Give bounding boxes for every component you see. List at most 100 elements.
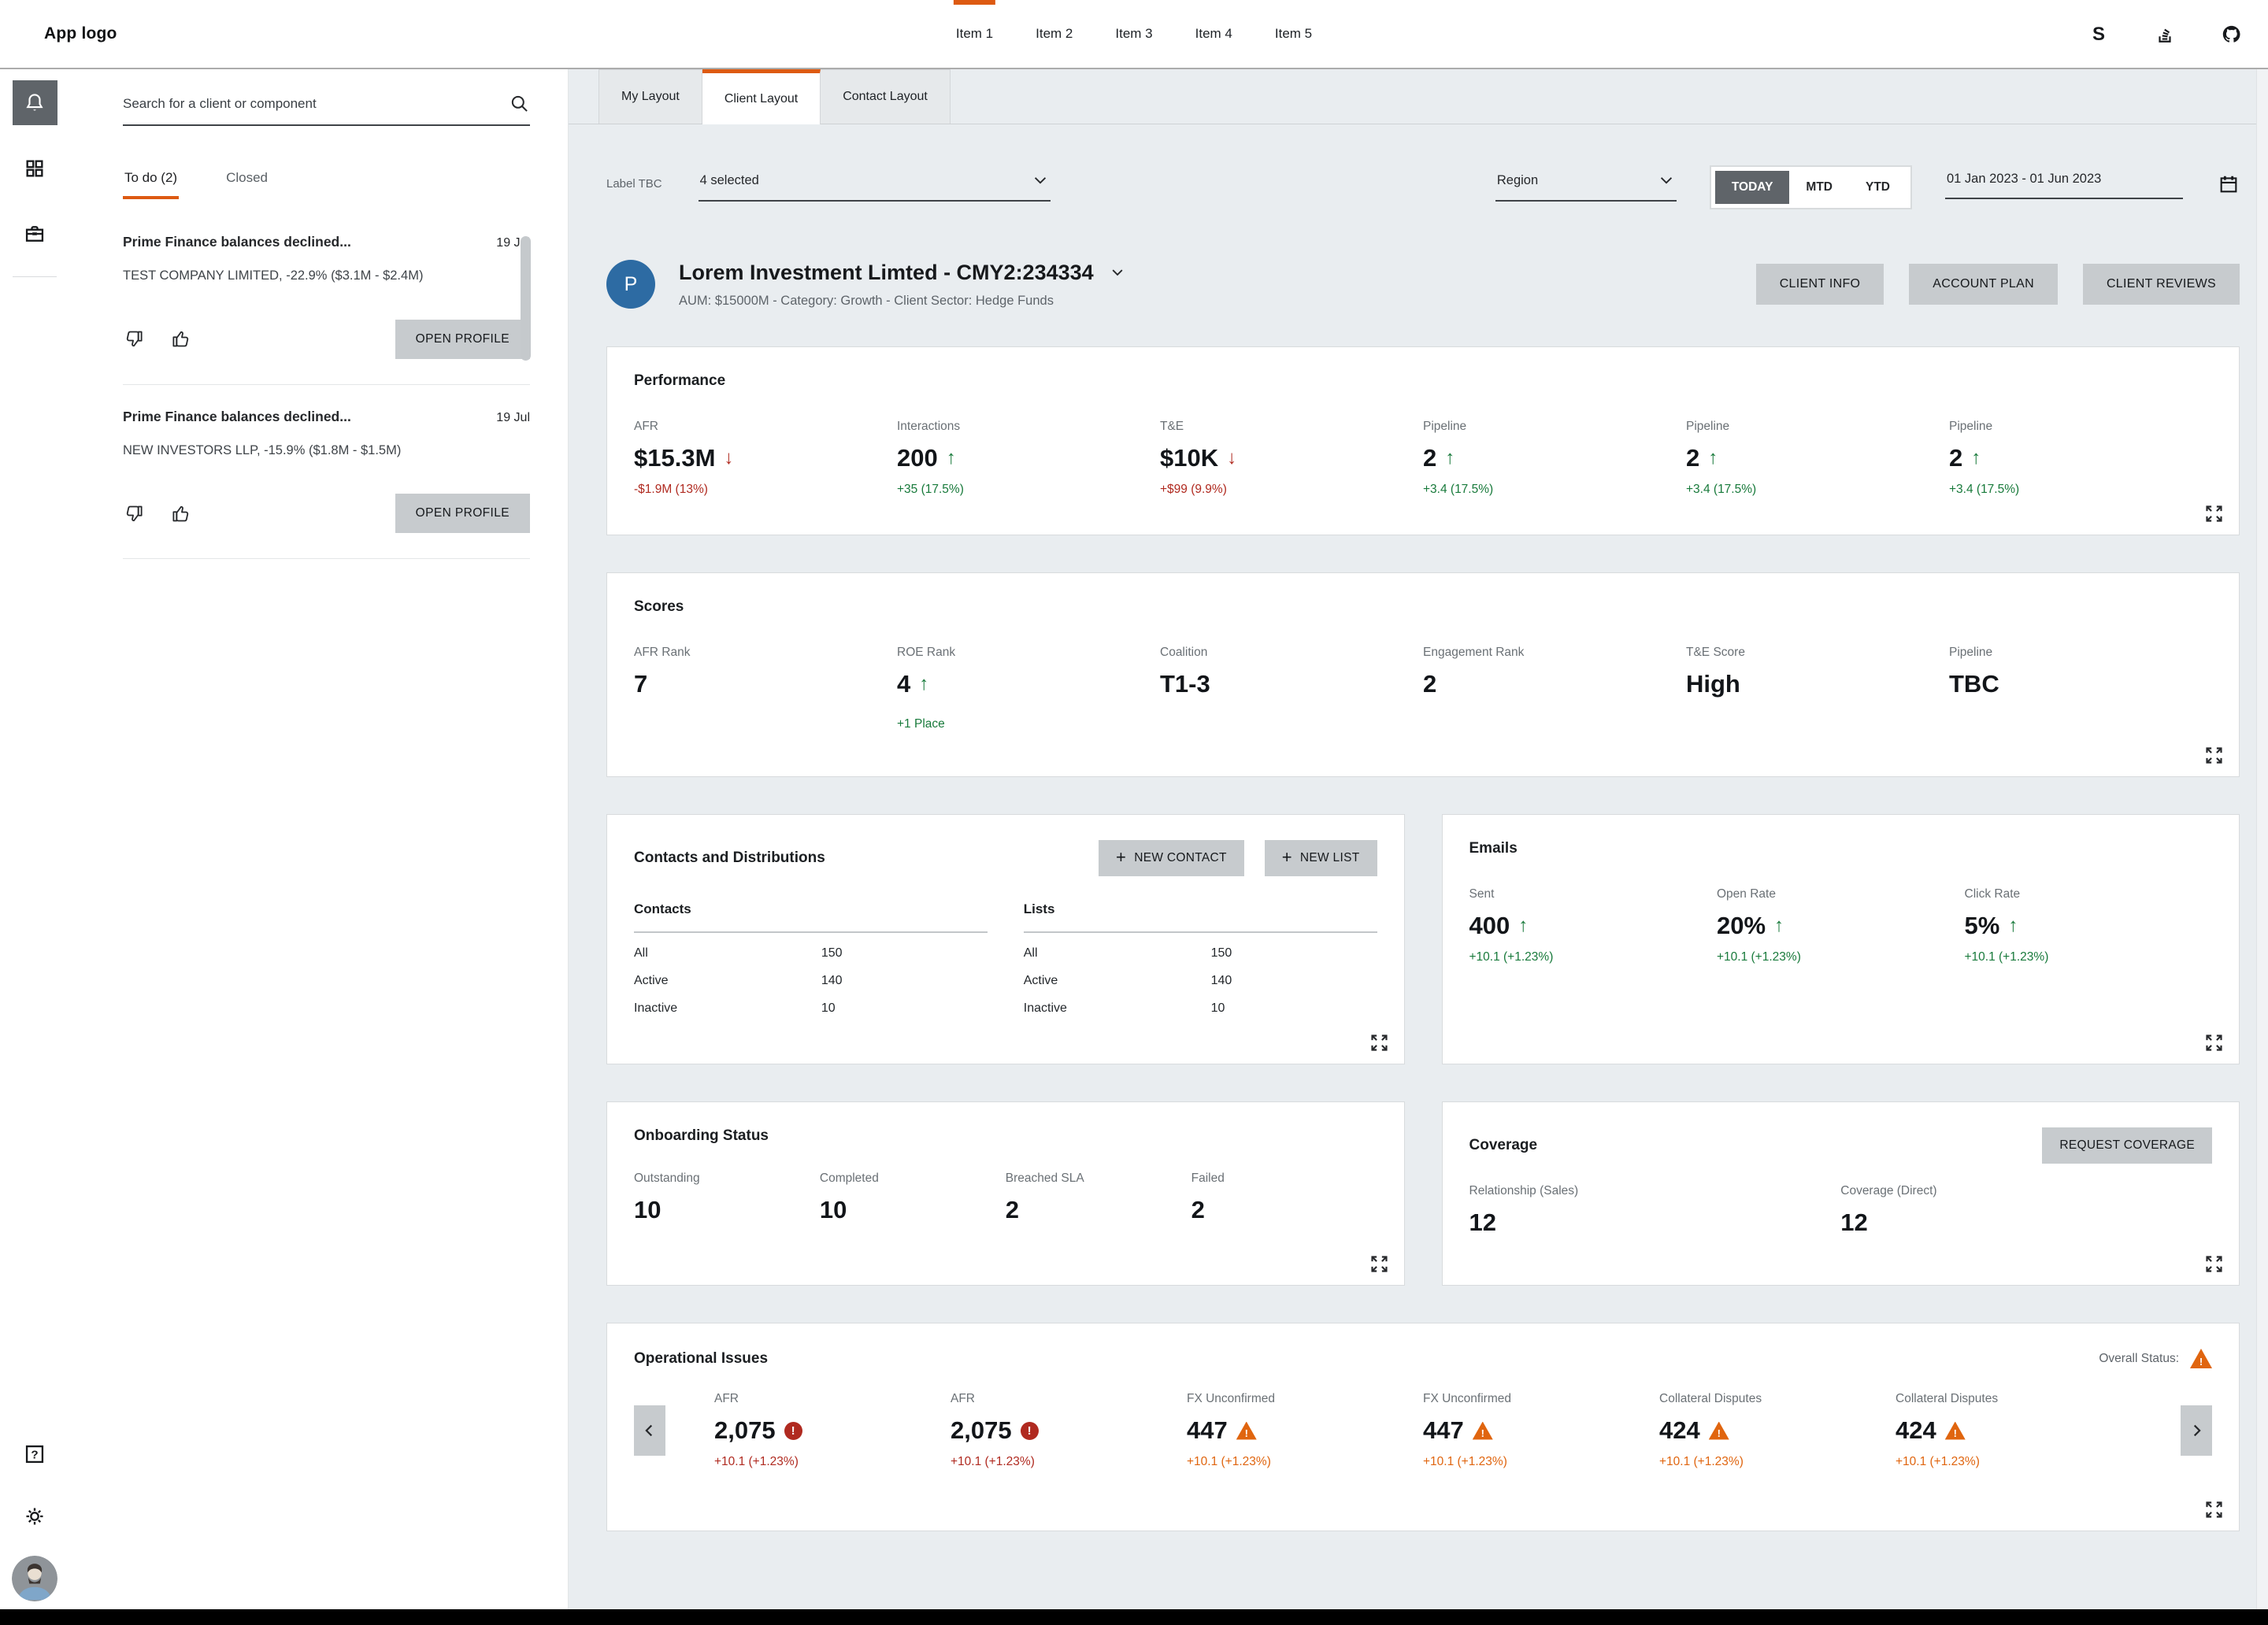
metric-delta: +10.1 (+1.23%) <box>1469 950 1718 964</box>
tab-contact-layout[interactable]: Contact Layout <box>821 69 951 124</box>
card-title: Scores <box>634 598 684 616</box>
metric-value: 2 <box>1423 444 1436 472</box>
notifications-rail-button[interactable] <box>13 80 57 125</box>
metric-label: Interactions <box>897 420 1160 434</box>
up-arrow-icon: ↑ <box>1774 915 1784 937</box>
period-segmented-control: TODAY MTD YTD <box>1710 165 1912 209</box>
row-label: Active <box>634 974 669 988</box>
metric-label: Click Rate <box>1965 887 2213 901</box>
settings-rail-button[interactable] <box>13 1494 57 1538</box>
tab-closed[interactable]: Closed <box>224 170 269 199</box>
metric-value: 424 <box>1659 1416 1700 1445</box>
client-header: P Lorem Investment Limted - CMY2:234334 … <box>606 260 2240 309</box>
client-chevron-down-icon[interactable] <box>1110 265 1125 280</box>
open-profile-button[interactable]: OPEN PROFILE <box>395 494 530 533</box>
briefcase-icon <box>24 223 46 245</box>
region-dropdown[interactable]: Region <box>1495 165 1677 202</box>
metric-value: TBC <box>1949 670 1999 698</box>
metric-value: 2 <box>1191 1196 1205 1224</box>
row-label: Active <box>1024 974 1058 988</box>
metric-value: 2,075 <box>951 1416 1012 1445</box>
main-scrollbar[interactable] <box>2256 69 2268 1609</box>
s-brand-icon[interactable]: S <box>2088 24 2109 44</box>
row-label: All <box>1024 946 1038 961</box>
expand-icon[interactable] <box>1369 1032 1390 1053</box>
metric-value: 424 <box>1896 1416 1936 1445</box>
account-plan-button[interactable]: ACCOUNT PLAN <box>1909 264 2058 305</box>
calendar-icon[interactable] <box>2218 173 2240 195</box>
metric-value: 7 <box>634 670 647 698</box>
metric-interactions: Interactions 200↑ +35 (17.5%) <box>897 420 1160 497</box>
expand-icon[interactable] <box>2203 1032 2225 1053</box>
carousel-prev-button[interactable] <box>634 1405 665 1456</box>
nav-item-2[interactable]: Item 2 <box>1036 0 1073 68</box>
chevron-down-icon <box>1658 172 1675 189</box>
expand-icon[interactable] <box>2203 1253 2225 1275</box>
metric-label: Failed <box>1191 1172 1377 1186</box>
nav-item-1[interactable]: Item 1 <box>956 0 993 68</box>
metric-value: 400 <box>1469 912 1510 940</box>
metric-label: Outstanding <box>634 1172 820 1186</box>
client-reviews-button[interactable]: CLIENT REVIEWS <box>2083 264 2240 305</box>
tab-client-layout[interactable]: Client Layout <box>702 69 821 124</box>
metric-pipeline-score: Pipeline TBC <box>1949 646 2212 731</box>
tab-todo[interactable]: To do (2) <box>123 170 179 199</box>
thumbs-up-icon[interactable] <box>171 328 192 350</box>
contacts-card: Contacts and Distributions +NEW CONTACT … <box>606 814 1405 1064</box>
metric-failed: Failed 2 <box>1191 1172 1377 1224</box>
user-avatar[interactable] <box>12 1556 57 1601</box>
nav-item-1-label: Item 1 <box>956 26 993 42</box>
metric-delta: -$1.9M (13%) <box>634 483 897 497</box>
row-value: 140 <box>1211 974 1377 988</box>
metric-label: Relationship (Sales) <box>1469 1184 1841 1198</box>
notification-card[interactable]: Prime Finance balances declined... 19 Ju… <box>123 210 530 385</box>
notification-card[interactable]: Prime Finance balances declined... 19 Ju… <box>123 385 530 560</box>
thumbs-down-icon[interactable] <box>123 328 144 350</box>
thumbs-up-icon[interactable] <box>171 503 192 524</box>
period-mtd[interactable]: MTD <box>1789 171 1849 204</box>
portfolio-rail-button[interactable] <box>13 211 57 256</box>
dashboard-rail-button[interactable] <box>13 146 57 191</box>
metric-label: Breached SLA <box>1006 1172 1191 1186</box>
nav-item-4[interactable]: Item 4 <box>1195 0 1232 68</box>
search-input[interactable] <box>123 96 509 112</box>
search-icon[interactable] <box>509 93 530 114</box>
warning-badge-icon <box>1473 1422 1493 1440</box>
notification-title: Prime Finance balances declined... <box>123 409 351 425</box>
tab-my-layout[interactable]: My Layout <box>598 69 702 124</box>
expand-icon[interactable] <box>2203 1499 2225 1520</box>
sidebar-scrollbar-thumb[interactable] <box>521 236 531 361</box>
thumbs-down-icon[interactable] <box>123 503 144 524</box>
nav-item-3[interactable]: Item 3 <box>1115 0 1152 68</box>
card-title: Onboarding Status <box>634 1127 769 1145</box>
multiselect-dropdown[interactable]: 4 selected <box>699 165 1051 202</box>
stackoverflow-icon[interactable] <box>2155 24 2175 44</box>
bottom-black-bar <box>0 1609 2268 1625</box>
sidebar-search <box>123 93 530 126</box>
expand-icon[interactable] <box>2203 503 2225 524</box>
metric-value: 10 <box>820 1196 847 1224</box>
metric-delta: +10.1 (+1.23%) <box>951 1455 1187 1469</box>
carousel-next-button[interactable] <box>2181 1405 2212 1456</box>
metric-value: High <box>1686 670 1740 698</box>
date-range-field[interactable]: 01 Jan 2023 - 01 Jun 2023 <box>1945 165 2240 199</box>
table-row: Active140 <box>634 974 988 988</box>
github-icon[interactable] <box>2221 24 2241 44</box>
client-info-button[interactable]: CLIENT INFO <box>1756 264 1884 305</box>
help-rail-button[interactable]: ? <box>13 1431 57 1476</box>
new-contact-button[interactable]: +NEW CONTACT <box>1099 840 1244 876</box>
main-content: My Layout Client Layout Contact Layout L… <box>569 69 2268 1609</box>
metric-label: T&E <box>1160 420 1423 434</box>
metric-delta: +1 Place <box>897 717 1160 731</box>
request-coverage-button[interactable]: REQUEST COVERAGE <box>2042 1127 2212 1164</box>
open-profile-button[interactable]: OPEN PROFILE <box>395 320 530 359</box>
metric-value: 12 <box>1469 1209 1496 1237</box>
expand-icon[interactable] <box>2203 745 2225 766</box>
row-label: Inactive <box>634 1001 677 1016</box>
period-ytd[interactable]: YTD <box>1849 171 1907 204</box>
expand-icon[interactable] <box>1369 1253 1390 1275</box>
new-list-button[interactable]: +NEW LIST <box>1265 840 1377 876</box>
nav-item-5[interactable]: Item 5 <box>1275 0 1312 68</box>
card-title: Performance <box>634 372 725 390</box>
period-today[interactable]: TODAY <box>1715 171 1790 204</box>
